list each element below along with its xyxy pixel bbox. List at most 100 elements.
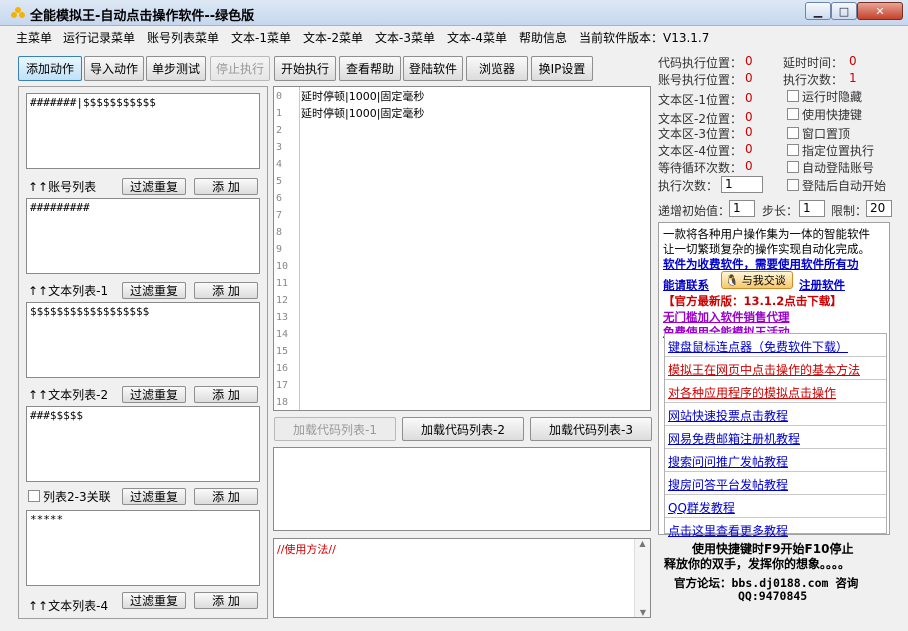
qq-chat-label: 与我交谈	[741, 274, 786, 287]
register-link[interactable]: 注册软件	[799, 277, 845, 293]
tutorial-link[interactable]: QQ群发教程	[665, 495, 886, 518]
limit-label: 限制：	[831, 204, 868, 218]
text-list1-label: ↑↑文本列表-1	[28, 284, 109, 298]
add-button-3[interactable]: 添 加	[194, 386, 258, 403]
exec-times-input[interactable]: 1	[721, 176, 763, 193]
stop-execution-button[interactable]: 停止执行	[210, 56, 270, 81]
delay-label: 延时时间：	[783, 56, 844, 70]
change-ip-button[interactable]: 换IP设置	[531, 56, 593, 81]
text4-pos-label: 文本区-4位置：	[658, 144, 742, 158]
add-button-4[interactable]: 添 加	[194, 488, 258, 505]
latest-version-link[interactable]: 【官方最新版：13.1.2点击下载】	[663, 293, 842, 309]
specified-pos-checkbox[interactable]	[787, 144, 799, 156]
step-label: 步长：	[762, 204, 799, 218]
wait-loop-label: 等待循环次数：	[658, 161, 743, 175]
menu-account-list[interactable]: 账号列表菜单	[147, 29, 219, 46]
usage-box[interactable]: //使用方法// ▲ ▼	[273, 538, 651, 618]
penguin-icon: 🐧	[725, 273, 739, 287]
add-button-2[interactable]: 添 加	[194, 282, 258, 299]
qq-chat-button[interactable]: 🐧 与我交谈	[721, 271, 793, 289]
agent-link[interactable]: 无门槛加入软件销售代理	[663, 309, 790, 325]
menu-main[interactable]: 主菜单	[16, 29, 52, 46]
text-box-1[interactable]: #######|$$$$$$$$$$$	[26, 93, 260, 169]
add-button-1[interactable]: 添 加	[194, 178, 258, 195]
use-hotkey-checkbox[interactable]	[787, 108, 799, 120]
minimize-button[interactable]: ▁	[805, 2, 831, 20]
info-desc-2: 让一切繁琐复杂的操作实现自动化完成。	[663, 242, 870, 256]
browser-button[interactable]: 浏览器	[466, 56, 528, 81]
tutorial-link[interactable]: 搜房问答平台发帖教程	[665, 472, 886, 495]
maximize-button[interactable]: □	[831, 2, 857, 20]
menu-run-log[interactable]: 运行记录菜单	[63, 29, 135, 46]
start-execution-button[interactable]: 开始执行	[274, 56, 336, 81]
line-number-gutter: 0 1 2 3 4 5 6 7 8 9 10 11 12 13 14 15 16…	[274, 87, 298, 410]
line-number: 4	[276, 159, 283, 170]
line-number: 5	[276, 176, 283, 187]
code-line[interactable]: 延时停顿|1000|固定毫秒	[301, 88, 424, 105]
link-list-checkbox[interactable]	[28, 490, 40, 502]
filter-dup-button-3[interactable]: 过滤重复	[122, 386, 186, 403]
limit-input[interactable]: 20	[866, 200, 892, 217]
line-number: 7	[276, 210, 283, 221]
menu-version[interactable]: 当前软件版本：V13.1.7	[579, 29, 709, 46]
menu-text1[interactable]: 文本-1菜单	[231, 29, 291, 46]
import-action-button[interactable]: 导入动作	[84, 56, 144, 81]
load-code-list-2-button[interactable]: 加载代码列表-2	[402, 417, 524, 441]
tutorial-link[interactable]: 对各种应用程序的模拟点击操作	[665, 380, 886, 403]
window-top-checkbox[interactable]	[787, 127, 799, 139]
code-editor[interactable]: 0 1 2 3 4 5 6 7 8 9 10 11 12 13 14 15 16…	[273, 86, 651, 411]
add-action-button[interactable]: 添加动作	[18, 56, 82, 81]
paid-notice-link[interactable]: 软件为收费软件，需要使用软件所有功	[663, 256, 859, 272]
text3-pos-value: 0	[745, 125, 753, 139]
view-help-button[interactable]: 查看帮助	[339, 56, 401, 81]
account-list-label: ↑↑账号列表	[28, 180, 97, 194]
filter-dup-button-5[interactable]: 过滤重复	[122, 592, 186, 609]
code-pos-label: 代码执行位置：	[658, 56, 743, 70]
exec-count-value: 1	[849, 71, 857, 85]
menu-text2[interactable]: 文本-2菜单	[303, 29, 363, 46]
auto-login-checkbox[interactable]	[787, 161, 799, 173]
close-button[interactable]: ✕	[857, 2, 903, 20]
code-line[interactable]: 延时停顿|1000|固定毫秒	[301, 105, 424, 122]
title-bar: 全能模拟王-自动点击操作软件--绿色版 ▁ □ ✕	[0, 0, 908, 26]
menu-text4[interactable]: 文本-4菜单	[447, 29, 507, 46]
auto-start-label: 登陆后自动开始	[802, 179, 887, 193]
step-test-button[interactable]: 单步测试	[146, 56, 206, 81]
tutorial-link[interactable]: 网站快速投票点击教程	[665, 403, 886, 426]
menu-text3[interactable]: 文本-3菜单	[375, 29, 435, 46]
line-number: 12	[276, 295, 289, 306]
load-code-list-1-button[interactable]: 加载代码列表-1	[274, 417, 396, 441]
text-list1-box[interactable]: $$$$$$$$$$$$$$$$$$	[26, 302, 260, 378]
filter-dup-button-2[interactable]: 过滤重复	[122, 282, 186, 299]
menu-bar: 主菜单 运行记录菜单 账号列表菜单 文本-1菜单 文本-2菜单 文本-3菜单 文…	[0, 26, 908, 48]
tutorial-link[interactable]: 网易免费邮箱注册机教程	[665, 426, 886, 449]
menu-help[interactable]: 帮助信息	[519, 29, 567, 46]
line-number: 3	[276, 142, 283, 153]
tutorial-link[interactable]: 点击这里查看更多教程	[665, 518, 886, 538]
tutorial-link[interactable]: 键盘鼠标连点器（免费软件下载）	[665, 334, 886, 357]
filter-dup-button-4[interactable]: 过滤重复	[122, 488, 186, 505]
tutorial-link[interactable]: 模拟王在网页中点击操作的基本方法	[665, 357, 886, 380]
text3-pos-label: 文本区-3位置：	[658, 127, 742, 141]
use-hotkey-label: 使用快捷键	[802, 108, 863, 122]
text-list2-box[interactable]: ###$$$$$	[26, 406, 260, 482]
account-pos-value: 0	[745, 71, 753, 85]
exec-times-label: 执行次数：	[658, 179, 719, 193]
add-button-5[interactable]: 添 加	[194, 592, 258, 609]
text-list4-box[interactable]: *****	[26, 510, 260, 586]
line-number: 16	[276, 363, 289, 374]
login-software-button[interactable]: 登陆软件	[403, 56, 463, 81]
auto-start-checkbox[interactable]	[787, 179, 799, 191]
line-number: 13	[276, 312, 289, 323]
account-list-box[interactable]: #########	[26, 198, 260, 274]
contact-link[interactable]: 能请联系	[663, 277, 709, 293]
tutorial-link[interactable]: 搜索问问推广发帖教程	[665, 449, 886, 472]
hide-on-run-checkbox[interactable]	[787, 90, 799, 102]
text2-pos-value: 0	[745, 110, 753, 124]
load-code-list-3-button[interactable]: 加载代码列表-3	[530, 417, 652, 441]
output-box[interactable]	[273, 447, 651, 531]
usage-scrollbar[interactable]: ▲ ▼	[634, 539, 650, 617]
filter-dup-button-1[interactable]: 过滤重复	[122, 178, 186, 195]
increment-input[interactable]: 1	[729, 200, 755, 217]
step-input[interactable]: 1	[799, 200, 825, 217]
